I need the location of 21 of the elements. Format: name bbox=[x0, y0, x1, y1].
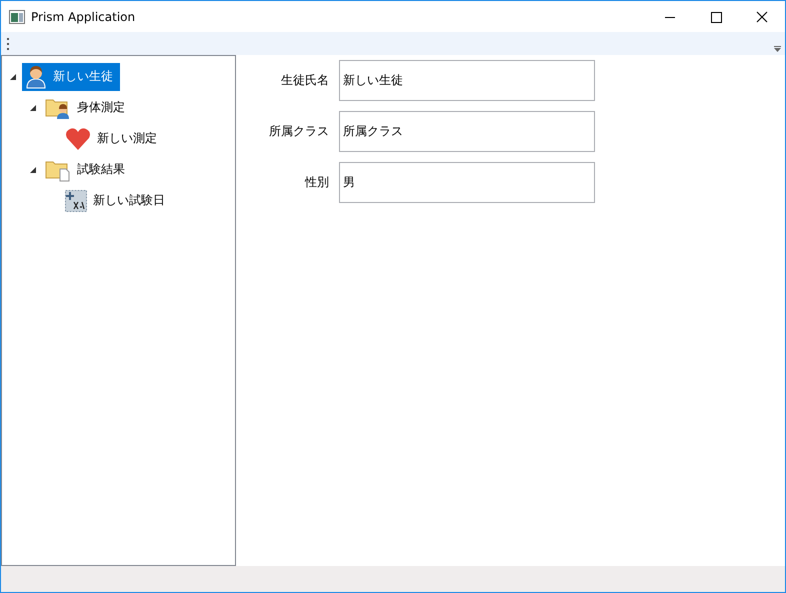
window-title: Prism Application bbox=[31, 10, 136, 24]
overflow-icon[interactable] bbox=[774, 46, 781, 52]
tree-item[interactable]: 新しい生徒 bbox=[22, 62, 120, 90]
app-icon bbox=[9, 10, 25, 24]
grip-icon[interactable] bbox=[6, 38, 9, 50]
input-field[interactable]: 所属クラス bbox=[339, 111, 595, 152]
heart-icon bbox=[65, 126, 91, 150]
field-label: 性別 bbox=[304, 174, 329, 191]
expander-icon[interactable] bbox=[30, 104, 36, 110]
tree-item[interactable]: 試験結果 bbox=[42, 156, 132, 184]
field-label: 所属クラス bbox=[268, 123, 329, 140]
input-field[interactable]: 男 bbox=[339, 162, 595, 203]
tree-item[interactable]: 身体測定 bbox=[42, 94, 132, 122]
input-field[interactable]: 新しい生徒 bbox=[339, 60, 595, 101]
tree-item[interactable]: 新しい試験日 bbox=[62, 188, 172, 214]
tree-item[interactable]: 新しい測定 bbox=[62, 124, 164, 152]
person-icon bbox=[25, 64, 47, 88]
expander-icon[interactable] bbox=[30, 166, 36, 172]
xy-formula-icon bbox=[65, 190, 87, 212]
field-label: 生徒氏名 bbox=[280, 72, 329, 89]
expander-icon[interactable] bbox=[10, 74, 16, 80]
